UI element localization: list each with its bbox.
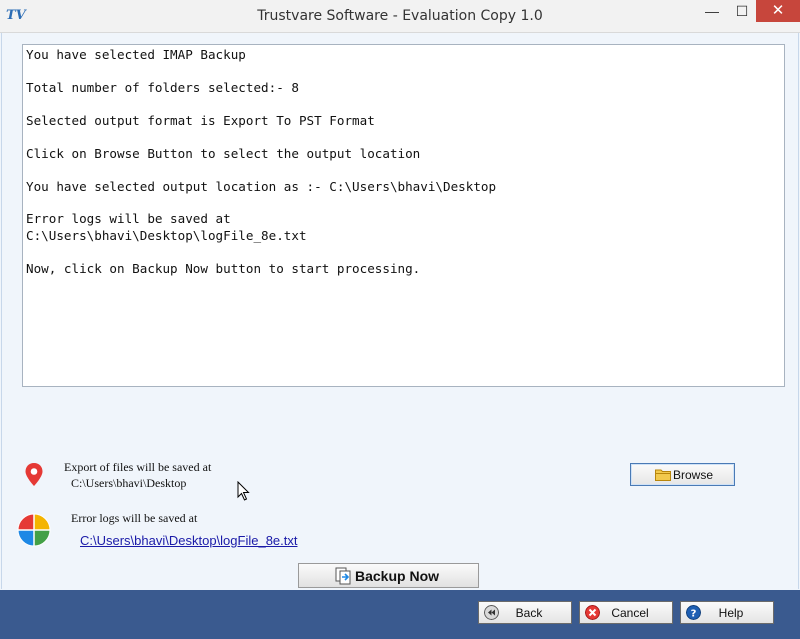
backup-now-label: Backup Now — [355, 568, 440, 584]
error-log-label: Error logs will be saved at — [71, 511, 198, 525]
close-button[interactable]: ✕ — [756, 0, 800, 22]
error-log-path-link[interactable]: C:\Users\bhavi\Desktop\logFile_8e.txt — [80, 533, 297, 548]
cancel-label: Cancel — [611, 606, 649, 620]
export-location-path: C:\Users\bhavi\Desktop — [71, 476, 187, 490]
browse-button[interactable]: Browse — [630, 463, 735, 486]
export-location-label: Export of files will be saved at — [64, 460, 212, 474]
window-title: Trustvare Software - Evaluation Copy 1.0 — [257, 8, 543, 24]
mouse-cursor-icon — [237, 481, 250, 501]
maximize-button[interactable]: ☐ — [727, 0, 757, 22]
log-line: C:\Users\bhavi\Desktop\logFile_8e.txt — [26, 228, 307, 243]
log-line: You have selected output location as :- … — [26, 179, 497, 194]
back-button[interactable]: Back — [478, 601, 572, 624]
help-button[interactable]: ? Help — [680, 601, 774, 624]
log-line: You have selected IMAP Backup — [26, 47, 246, 62]
location-pin-icon — [25, 463, 43, 486]
log-line: Selected output format is Export To PST … — [26, 113, 375, 128]
backup-now-button[interactable]: Backup Now — [298, 563, 479, 588]
help-label: Help — [718, 606, 744, 620]
status-log-textbox[interactable]: You have selected IMAP Backup Total numb… — [22, 44, 785, 387]
log-line: Total number of folders selected:- 8 — [26, 80, 299, 95]
log-line: Error logs will be saved at — [26, 211, 231, 226]
title-bar: TV Trustvare Software - Evaluation Copy … — [0, 0, 800, 33]
log-line: Now, click on Backup Now button to start… — [26, 261, 421, 276]
minimize-button[interactable]: — — [697, 0, 727, 22]
browse-button-label: Browse — [673, 468, 714, 482]
backup-icon — [335, 567, 351, 585]
log-line: Click on Browse Button to select the out… — [26, 146, 421, 161]
folder-icon — [655, 469, 671, 481]
back-label: Back — [515, 606, 543, 620]
pie-chart-icon — [17, 513, 51, 547]
cancel-button[interactable]: Cancel — [579, 601, 673, 624]
